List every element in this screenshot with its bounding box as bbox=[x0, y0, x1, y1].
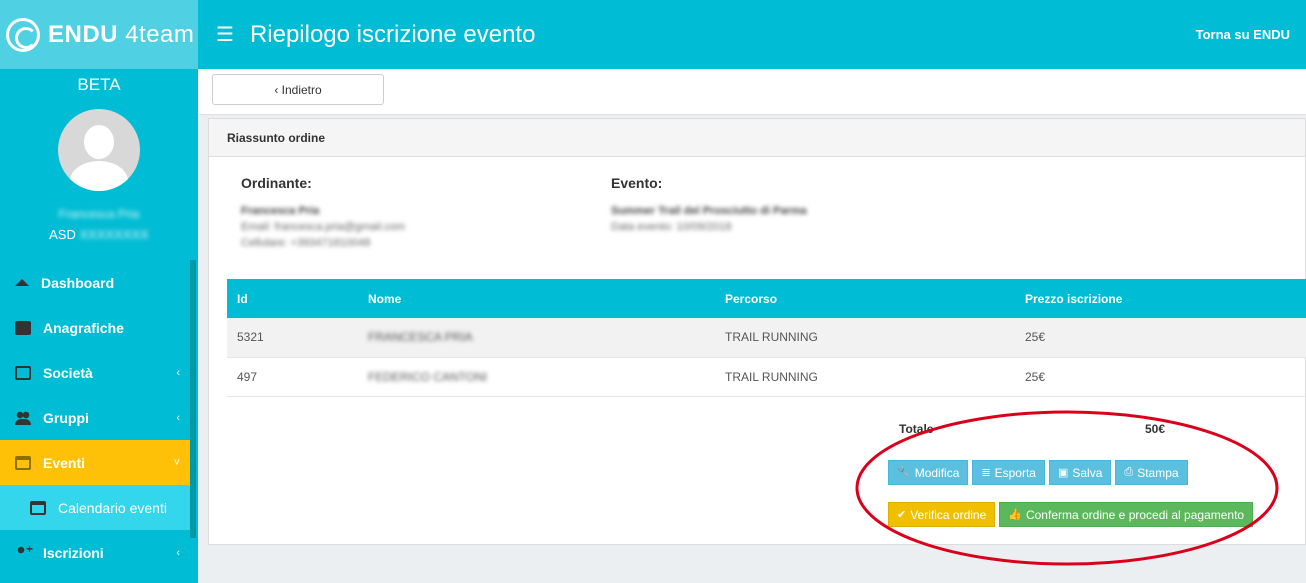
database-icon: ≣ bbox=[981, 467, 991, 479]
user-name: Francesca Pria bbox=[58, 207, 140, 221]
toolbar: ‹ Indietro bbox=[198, 69, 1306, 115]
esporta-button[interactable]: ≣ Esporta bbox=[972, 460, 1045, 485]
ordinante-heading: Ordinante: bbox=[241, 175, 312, 191]
endu-logo-icon bbox=[6, 17, 40, 52]
beta-label: BETA bbox=[77, 75, 121, 94]
sidebar: ENDU 4team BETA Francesca Pria ASD XXXXX… bbox=[0, 0, 198, 583]
chevron-left-icon: ‹ bbox=[176, 366, 180, 379]
check-icon: ✔ bbox=[897, 509, 907, 521]
cell-percorso: TRAIL RUNNING bbox=[715, 357, 1015, 397]
cell-id: 5321 bbox=[227, 318, 358, 358]
ordinante-name: Francesca Pria bbox=[241, 205, 320, 217]
book-icon bbox=[15, 320, 31, 335]
confirm-buttons-row: ✔ Verifica ordine 👍 Conferma ordine e proc… bbox=[888, 502, 1254, 527]
column-header-id: Id bbox=[227, 279, 358, 318]
wrench-icon: 🔧 bbox=[897, 467, 911, 479]
cell-nome: FEDERICO CANTONI bbox=[358, 357, 715, 397]
sidebar-item-dashboard[interactable]: Dashboard bbox=[0, 260, 190, 305]
sidebar-item-eventi[interactable]: Eventi ˅ bbox=[0, 440, 190, 485]
sidebar-scrollbar[interactable] bbox=[190, 260, 196, 538]
brand-name: ENDU 4team bbox=[48, 20, 195, 48]
calendar-check-icon bbox=[30, 500, 46, 515]
sidebar-item-gruppi[interactable]: Gruppi ‹ bbox=[0, 395, 190, 440]
chevron-down-icon: ˅ bbox=[173, 456, 180, 469]
evento-date: Data evento: 10/09/2018 bbox=[611, 221, 732, 233]
cell-nome: FRANCESCA PRIA bbox=[358, 318, 715, 358]
users-icon bbox=[15, 410, 31, 425]
modifica-button[interactable]: 🔧 Modifica bbox=[888, 460, 969, 485]
orders-table: Id Nome Percorso Prezzo iscrizione 5321 … bbox=[227, 279, 1306, 397]
chevron-left-icon: ‹ bbox=[176, 411, 180, 424]
ordinante-email: Email: francesca.pria@gmail.com bbox=[241, 221, 405, 233]
brand[interactable]: ENDU 4team bbox=[0, 0, 198, 69]
cell-id: 497 bbox=[227, 357, 358, 397]
floppy-disk-icon: ▣ bbox=[1057, 467, 1069, 479]
evento-heading: Evento: bbox=[611, 175, 663, 191]
table-row: 497 FEDERICO CANTONI TRAIL RUNNING 25€ bbox=[227, 357, 1306, 397]
panel-title: Riassunto ordine bbox=[209, 119, 1305, 157]
column-header-percorso: Percorso bbox=[715, 279, 1015, 318]
avatar bbox=[58, 109, 140, 191]
chevron-left-icon: ‹ bbox=[176, 546, 180, 559]
verifica-ordine-button[interactable]: ✔ Verifica ordine bbox=[888, 502, 996, 527]
user-plus-icon bbox=[15, 542, 33, 560]
print-icon: ⎙ bbox=[1124, 466, 1134, 478]
chevron-left-icon: ‹ bbox=[274, 82, 279, 97]
back-to-endu-link[interactable]: Torna su ENDU bbox=[1196, 27, 1290, 42]
cell-percorso: TRAIL RUNNING bbox=[715, 318, 1015, 358]
sidebar-item-iscrizioni[interactable]: Iscrizioni ‹ bbox=[0, 530, 190, 575]
ordinante-section: Ordinante: Francesca Pria Email: frances… bbox=[241, 175, 405, 253]
column-header-nome: Nome bbox=[358, 279, 715, 318]
stampa-button[interactable]: ⎙ Stampa bbox=[1115, 460, 1188, 485]
table-header-row: Id Nome Percorso Prezzo iscrizione bbox=[227, 279, 1306, 318]
id-card-icon bbox=[15, 365, 31, 380]
back-button[interactable]: ‹ Indietro bbox=[212, 74, 384, 105]
salva-button[interactable]: ▣ Salva bbox=[1048, 460, 1112, 485]
sidebar-item-societa[interactable]: Società ‹ bbox=[0, 350, 190, 395]
home-icon bbox=[15, 279, 29, 286]
column-header-prezzo: Prezzo iscrizione bbox=[1015, 279, 1306, 318]
totale-label: Totale bbox=[899, 422, 934, 436]
sidebar-item-calendario-eventi[interactable]: Calendario eventi bbox=[0, 485, 190, 530]
sidebar-item-anagrafiche[interactable]: Anagrafiche bbox=[0, 305, 190, 350]
table-row: 5321 FRANCESCA PRIA TRAIL RUNNING 25€ bbox=[227, 318, 1306, 358]
menu-icon[interactable]: ☰ bbox=[216, 22, 234, 47]
action-buttons-row: 🔧 Modifica ≣ Esporta ▣ Salva ⎙ Stampa bbox=[888, 460, 1188, 485]
totale-value: 50€ bbox=[1145, 422, 1166, 436]
ordinante-phone: Cellulare: +393471810048 bbox=[241, 237, 371, 249]
cell-prezzo: 25€ bbox=[1015, 357, 1306, 397]
page-title: Riepilogo iscrizione evento bbox=[249, 20, 536, 48]
cell-prezzo: 25€ bbox=[1015, 318, 1306, 358]
evento-name: Summer Trail del Prosciutto di Parma bbox=[611, 205, 807, 217]
sidebar-nav: Dashboard Anagrafiche Società ‹ Gruppi ‹… bbox=[0, 260, 190, 575]
user-org: ASD XXXXXXXX bbox=[49, 227, 149, 242]
order-summary-panel: Riassunto ordine Ordinante: Francesca Pr… bbox=[208, 118, 1306, 545]
evento-section: Evento: Summer Trail del Prosciutto di P… bbox=[611, 175, 807, 237]
topbar: ☰ Riepilogo iscrizione evento Torna su E… bbox=[198, 0, 1306, 69]
calendar-icon bbox=[15, 455, 31, 470]
conferma-ordine-button[interactable]: 👍 Conferma ordine e procedi al pagamento bbox=[999, 502, 1254, 527]
thumbs-up-icon: 👍 bbox=[1008, 509, 1022, 521]
